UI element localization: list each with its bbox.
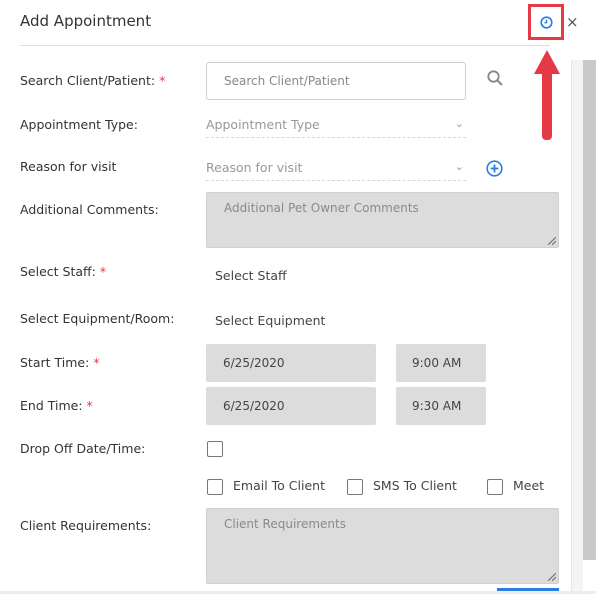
equipment-select[interactable]: Select Equipment — [215, 313, 325, 328]
equipment-label: Select Equipment/Room: — [20, 311, 175, 326]
end-date-input[interactable]: 6/25/2020 — [206, 387, 376, 425]
end-time-input[interactable]: 9:30 AM — [396, 387, 486, 425]
scrollbar-track[interactable] — [571, 60, 583, 594]
add-reason-icon[interactable] — [486, 160, 503, 177]
add-appointment-dialog: Add Appointment × Search Client/Patient:… — [0, 0, 596, 594]
email-to-client-label: Email To Client — [233, 478, 325, 493]
appointment-type-select[interactable]: Appointment Type ⌄ — [206, 117, 466, 138]
resize-handle-icon[interactable] — [548, 237, 556, 245]
comments-textarea[interactable]: Additional Pet Owner Comments — [206, 192, 559, 248]
red-arrow-annotation — [534, 50, 560, 140]
reason-select[interactable]: Reason for visit ⌄ — [206, 160, 466, 181]
footer-button-edge[interactable] — [497, 588, 559, 591]
sms-to-client-checkbox[interactable] — [347, 479, 363, 495]
close-icon[interactable]: × — [566, 14, 579, 30]
clock-icon[interactable] — [540, 16, 553, 29]
search-client-label: Search Client/Patient: * — [20, 73, 166, 88]
comments-placeholder: Additional Pet Owner Comments — [224, 201, 419, 215]
sms-to-client-label: SMS To Client — [373, 478, 457, 493]
chevron-down-icon: ⌄ — [454, 117, 464, 130]
meet-label: Meet — [513, 478, 545, 493]
staff-select[interactable]: Select Staff — [215, 268, 287, 283]
drop-off-label: Drop Off Date/Time: — [20, 441, 146, 456]
header-divider — [20, 45, 550, 46]
meet-checkbox[interactable] — [487, 479, 503, 495]
comments-label: Additional Comments: — [20, 202, 159, 217]
email-to-client-checkbox[interactable] — [207, 479, 223, 495]
staff-label: Select Staff: * — [20, 264, 107, 279]
resize-handle-icon[interactable] — [548, 573, 556, 581]
reason-placeholder: Reason for visit — [206, 160, 303, 175]
client-requirements-placeholder: Client Requirements — [224, 517, 346, 531]
appointment-type-label: Appointment Type: — [20, 117, 138, 132]
drop-off-checkbox[interactable] — [207, 441, 223, 457]
search-icon[interactable] — [486, 69, 504, 87]
scrollbar-thumb[interactable] — [583, 60, 596, 560]
start-time-input[interactable]: 9:00 AM — [396, 344, 486, 382]
appointment-type-placeholder: Appointment Type — [206, 117, 320, 132]
start-time-label: Start Time: * — [20, 355, 100, 370]
client-requirements-textarea[interactable]: Client Requirements — [206, 508, 559, 584]
reason-label: Reason for visit — [20, 159, 117, 174]
chevron-down-icon: ⌄ — [454, 160, 464, 173]
start-date-input[interactable]: 6/25/2020 — [206, 344, 376, 382]
client-requirements-label: Client Requirements: — [20, 518, 152, 533]
search-client-input[interactable]: Search Client/Patient — [206, 62, 466, 100]
end-time-label: End Time: * — [20, 398, 93, 413]
dialog-title: Add Appointment — [20, 12, 152, 30]
search-client-placeholder: Search Client/Patient — [224, 74, 350, 88]
